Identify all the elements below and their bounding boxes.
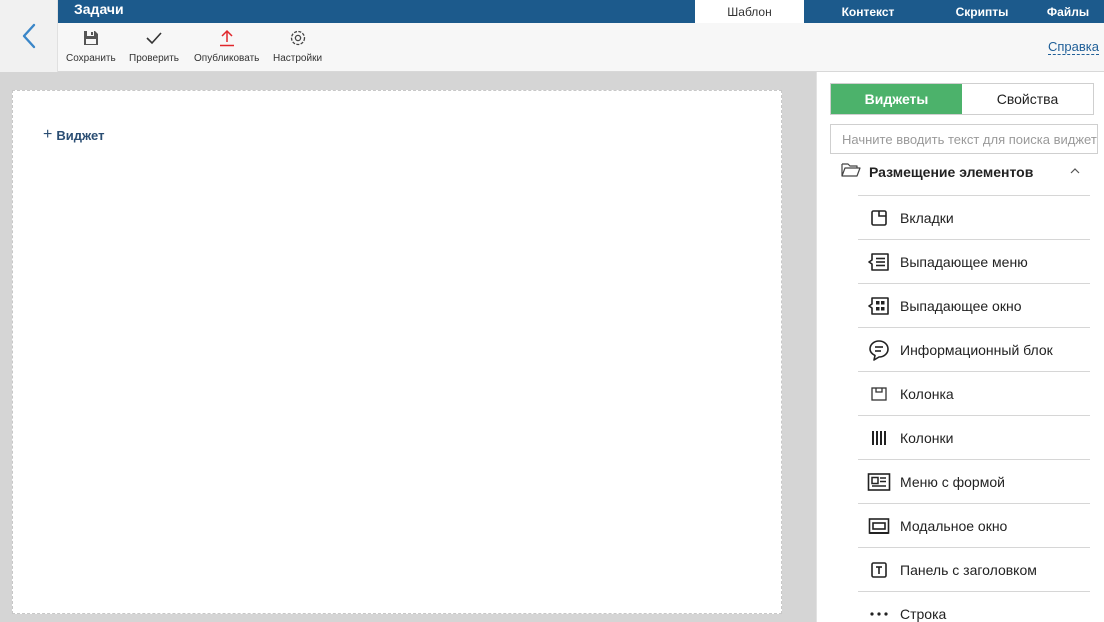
tabs-icon — [858, 209, 900, 227]
info-block-icon — [858, 339, 900, 361]
widget-item-columns[interactable]: Колонки — [858, 415, 1090, 459]
app-window: Задачи Шаблон Контекст Скрипты Файлы Сох… — [0, 0, 1104, 622]
column-icon — [858, 386, 900, 402]
widget-item-info-block[interactable]: Информационный блок — [858, 327, 1090, 371]
chevron-left-icon — [22, 23, 35, 49]
widget-item-label: Выпадающее меню — [900, 253, 1028, 270]
widget-item-label: Панель с заголовком — [900, 561, 1037, 578]
dropdown-window-icon — [858, 296, 900, 316]
publish-label: Опубликовать — [194, 53, 260, 64]
add-widget-button[interactable]: + Виджет — [43, 127, 104, 143]
tab-properties[interactable]: Свойства — [962, 84, 1093, 114]
add-widget-label: Виджет — [56, 127, 105, 143]
widget-item-dropdown-window[interactable]: Выпадающее окно — [858, 283, 1090, 327]
group-label: Размещение элементов — [869, 164, 1034, 180]
widget-search-input[interactable] — [830, 124, 1098, 154]
widget-item-label: Меню с формой — [900, 473, 1005, 490]
tab-files[interactable]: Файлы — [1032, 0, 1104, 23]
page-title: Задачи — [74, 1, 124, 17]
check-button[interactable]: Проверить — [129, 27, 179, 64]
save-button[interactable]: Сохранить — [66, 27, 116, 64]
widget-item-modal-window[interactable]: Модальное окно — [858, 503, 1090, 547]
plus-icon: + — [43, 126, 53, 143]
toolbar: Сохранить Проверить Опубликовать Настрой… — [58, 23, 1104, 72]
widget-item-label: Колонка — [900, 385, 954, 402]
widget-item-titled-panel[interactable]: Панель с заголовком — [858, 547, 1090, 591]
widget-item-label: Вкладки — [900, 209, 954, 226]
folder-open-icon — [841, 162, 861, 183]
widget-item-label: Строка — [900, 605, 947, 622]
menu-form-icon — [858, 472, 900, 492]
widget-item-label: Выпадающее окно — [900, 297, 1022, 314]
columns-icon — [858, 430, 900, 446]
widget-item-row[interactable]: Строка — [858, 591, 1090, 622]
help-link[interactable]: Справка — [1048, 39, 1099, 55]
settings-button[interactable]: Настройки — [273, 27, 322, 64]
tab-context[interactable]: Контекст — [804, 0, 932, 23]
widget-item-tabs[interactable]: Вкладки — [858, 195, 1090, 239]
widget-list: Вкладки Выпадающее меню Выпадающее окно … — [858, 195, 1090, 622]
template-canvas[interactable]: + Виджет — [12, 90, 782, 614]
panel-tabs: Виджеты Свойства — [830, 83, 1094, 115]
widget-item-label: Колонки — [900, 429, 954, 446]
check-label: Проверить — [129, 53, 180, 64]
save-icon — [82, 27, 100, 49]
widget-item-label: Модальное окно — [900, 517, 1008, 534]
title-bar: Задачи Шаблон Контекст Скрипты Файлы — [58, 0, 1104, 23]
upload-icon — [218, 27, 236, 49]
widget-item-label: Информационный блок — [900, 341, 1053, 358]
settings-label: Настройки — [273, 53, 323, 64]
row-icon — [858, 610, 900, 618]
editor-tabs: Шаблон Контекст Скрипты Файлы — [695, 0, 1104, 23]
titled-panel-icon — [858, 561, 900, 579]
widget-item-menu-form[interactable]: Меню с формой — [858, 459, 1090, 503]
dropdown-menu-icon — [858, 252, 900, 272]
group-layout-header[interactable]: Размещение элементов — [841, 161, 1081, 183]
tab-template[interactable]: Шаблон — [695, 0, 804, 23]
check-icon — [145, 27, 163, 49]
canvas-area: + Виджет — [0, 72, 816, 622]
widgets-panel: Виджеты Свойства Размещение элементов — [816, 72, 1104, 622]
widget-item-dropdown-menu[interactable]: Выпадающее меню — [858, 239, 1090, 283]
save-label: Сохранить — [66, 53, 116, 64]
publish-button[interactable]: Опубликовать — [194, 27, 259, 64]
chevron-up-icon — [1069, 164, 1081, 182]
tab-scripts[interactable]: Скрипты — [932, 0, 1032, 23]
widget-item-column[interactable]: Колонка — [858, 371, 1090, 415]
gear-icon — [289, 27, 307, 49]
modal-window-icon — [858, 517, 900, 535]
tab-widgets[interactable]: Виджеты — [831, 84, 962, 114]
back-button[interactable] — [0, 0, 58, 72]
